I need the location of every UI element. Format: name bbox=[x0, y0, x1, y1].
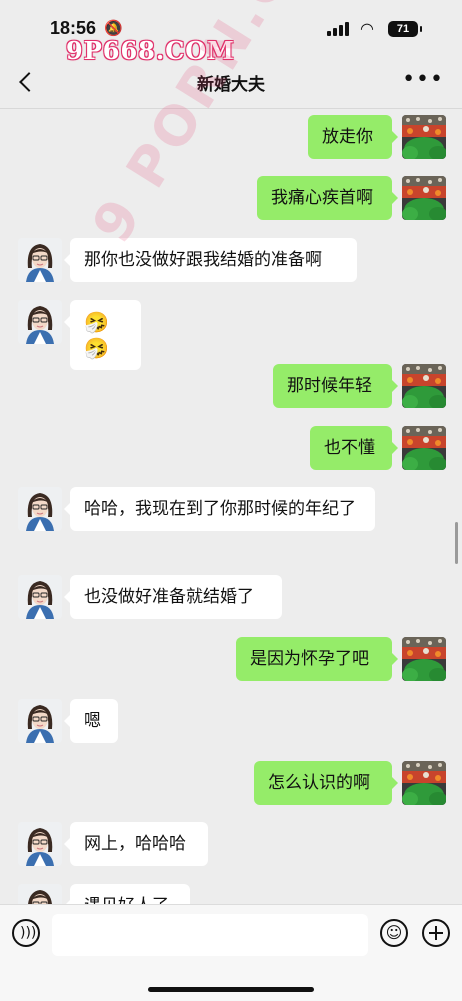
input-bar: ))) ☺ bbox=[0, 904, 462, 1001]
avatar[interactable] bbox=[18, 487, 62, 531]
scrollbar[interactable] bbox=[455, 522, 458, 564]
message-list[interactable]: 放走你 我痛心疾首啊 那你也没做好跟我结婚的准备啊 🤧🤧 那时候年轻 也不懂 哈… bbox=[0, 108, 462, 904]
voice-icon[interactable]: ))) bbox=[12, 919, 40, 947]
message-bubble[interactable]: 也不懂 bbox=[310, 426, 398, 470]
message-bubble[interactable]: 🤧🤧 bbox=[64, 300, 141, 370]
avatar[interactable] bbox=[402, 637, 446, 681]
avatar[interactable] bbox=[402, 761, 446, 805]
wifi-icon: ◠ bbox=[360, 19, 374, 38]
message-bubble[interactable]: 那时候年轻 bbox=[273, 364, 398, 408]
message-input[interactable] bbox=[52, 914, 368, 956]
status-bar: 18:56 🔕 ◠ 71 9P668.COM bbox=[0, 0, 462, 65]
more-icon[interactable]: ••• bbox=[402, 69, 444, 91]
chat-title: 新婚大夫 bbox=[197, 75, 265, 95]
message-bubble[interactable]: 放走你 bbox=[308, 115, 398, 159]
avatar[interactable] bbox=[402, 426, 446, 470]
battery-icon: 71 bbox=[388, 21, 422, 37]
avatar[interactable] bbox=[402, 364, 446, 408]
avatar[interactable] bbox=[402, 176, 446, 220]
plus-icon[interactable] bbox=[422, 919, 450, 947]
avatar[interactable] bbox=[18, 300, 62, 344]
silent-bell-icon: 🔕 bbox=[104, 19, 123, 37]
avatar[interactable] bbox=[18, 822, 62, 866]
message-bubble[interactable]: 那你也没做好跟我结婚的准备啊 bbox=[64, 238, 357, 282]
message-bubble[interactable]: 遇见好人了 bbox=[64, 884, 190, 904]
avatar[interactable] bbox=[18, 699, 62, 743]
message-bubble[interactable]: 是因为怀孕了吧 bbox=[236, 637, 398, 681]
emoji-icon[interactable]: ☺ bbox=[380, 919, 408, 947]
message-bubble[interactable]: 我痛心疾首啊 bbox=[257, 176, 398, 220]
signal-icon bbox=[327, 22, 353, 36]
avatar[interactable] bbox=[402, 115, 446, 159]
message-bubble[interactable]: 怎么认识的啊 bbox=[254, 761, 398, 805]
message-bubble[interactable]: 哈哈，我现在到了你那时候的年纪了 bbox=[64, 487, 375, 531]
home-indicator[interactable] bbox=[148, 987, 314, 992]
nav-bar: 新婚大夫 ••• bbox=[0, 56, 462, 109]
avatar[interactable] bbox=[18, 575, 62, 619]
message-bubble[interactable]: 网上，哈哈哈 bbox=[64, 822, 208, 866]
avatar[interactable] bbox=[18, 238, 62, 282]
message-bubble[interactable]: 也没做好准备就结婚了 bbox=[64, 575, 282, 619]
message-bubble[interactable]: 嗯 bbox=[64, 699, 118, 743]
avatar[interactable] bbox=[18, 884, 62, 904]
